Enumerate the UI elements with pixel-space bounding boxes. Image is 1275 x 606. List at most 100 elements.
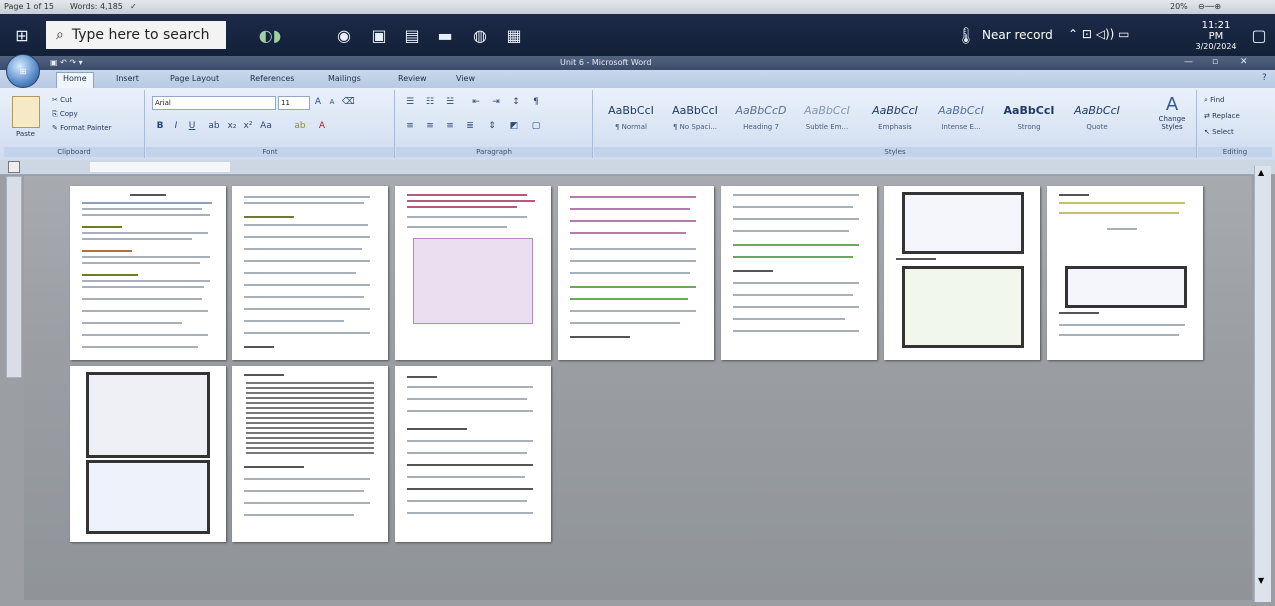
style-quote[interactable]: AaBbCcI Quote: [1066, 96, 1128, 140]
tab-review[interactable]: Review: [392, 73, 433, 84]
justify-icon[interactable]: ≣: [464, 120, 476, 132]
tab-home[interactable]: Home: [56, 72, 94, 89]
grow-font-icon[interactable]: A: [312, 96, 324, 108]
tab-insert[interactable]: Insert: [110, 73, 145, 84]
vertical-scrollbar[interactable]: ▲ ▼: [1254, 166, 1271, 602]
page-thumbnail[interactable]: [395, 366, 551, 542]
borders-icon[interactable]: ▢: [530, 120, 542, 132]
format-painter-button[interactable]: ✎ Format Painter: [52, 124, 112, 132]
style-intense-emphasis[interactable]: AaBbCcI Intense E...: [930, 96, 992, 140]
edge-icon[interactable]: ◉: [330, 21, 358, 49]
page-thumbnail[interactable]: [884, 186, 1040, 360]
cut-button[interactable]: ✂ Cut: [52, 96, 72, 104]
change-case-icon[interactable]: Aa: [260, 120, 272, 132]
font-size-field[interactable]: 11: [278, 96, 310, 110]
maximize-button[interactable]: ▫: [1212, 57, 1218, 67]
style-strong[interactable]: AaBbCcI Strong: [998, 96, 1060, 140]
shrink-font-icon[interactable]: A: [326, 96, 338, 108]
sort-icon[interactable]: ↕: [510, 96, 522, 108]
tab-page-layout[interactable]: Page Layout: [164, 73, 225, 84]
change-styles-button[interactable]: A Change Styles: [1152, 94, 1192, 131]
select-button[interactable]: ↖ Select: [1204, 128, 1234, 136]
align-right-icon[interactable]: ≡: [444, 120, 456, 132]
page-count[interactable]: Page 1 of 15: [4, 2, 54, 11]
zoom-slider[interactable]: ⊖──⊕: [1198, 2, 1221, 11]
paste-icon[interactable]: [12, 96, 40, 128]
taskbar-search-box[interactable]: ⌕ Type here to search: [46, 21, 226, 49]
page-thumbnail[interactable]: [1047, 186, 1203, 360]
clock-date: 3/20/2024: [1195, 42, 1237, 51]
underline-icon[interactable]: U: [186, 120, 198, 132]
search-highlight-icon[interactable]: ◐◗: [246, 21, 294, 49]
paste-button[interactable]: Paste: [16, 130, 35, 138]
tab-view[interactable]: View: [450, 73, 481, 84]
increase-indent-icon[interactable]: ⇥: [490, 96, 502, 108]
font-color-icon[interactable]: A: [316, 120, 328, 132]
windows-start-icon[interactable]: ⊞: [8, 21, 36, 49]
ruler-toggle-icon[interactable]: [8, 161, 20, 173]
page-thumbnail[interactable]: [232, 186, 388, 360]
weather-icon[interactable]: 🌡: [952, 21, 980, 49]
office-button[interactable]: ⊞: [6, 54, 40, 88]
scroll-up-icon[interactable]: ▲: [1258, 168, 1264, 177]
weather-text[interactable]: Near record: [982, 28, 1053, 42]
page-thumbnail[interactable]: [721, 186, 877, 360]
chrome-icon[interactable]: ◍: [466, 21, 494, 49]
copy-button[interactable]: ⎘ Copy: [52, 110, 78, 119]
subscript-icon[interactable]: x₂: [226, 120, 238, 132]
style-sample: AaBbCcI: [672, 104, 718, 117]
line-spacing-icon[interactable]: ⇕: [486, 120, 498, 132]
strikethrough-icon[interactable]: ab: [208, 120, 220, 132]
file-explorer-icon[interactable]: ▬: [431, 21, 459, 49]
notifications-icon[interactable]: ▢: [1245, 21, 1273, 49]
font-name-field[interactable]: Arial: [152, 96, 276, 110]
multilevel-list-icon[interactable]: ☱: [444, 96, 456, 108]
zoom-level[interactable]: 20%: [1170, 2, 1188, 11]
style-heading-7[interactable]: AaBbCcD Heading 7: [730, 96, 792, 140]
style-emphasis[interactable]: AaBbCcI Emphasis: [864, 96, 926, 140]
paragraph-group: ☰ ☷ ☱ ⇤ ⇥ ↕ ¶ ≡ ≡ ≡ ≣ ⇕ ◩ ▢ Paragraph: [396, 90, 593, 158]
decrease-indent-icon[interactable]: ⇤: [470, 96, 482, 108]
style-normal[interactable]: AaBbCcI ¶ Normal: [600, 96, 662, 140]
bold-icon[interactable]: B: [154, 120, 166, 132]
find-label: Find: [1210, 96, 1225, 104]
numbering-icon[interactable]: ☷: [424, 96, 436, 108]
store-icon[interactable]: ▤: [398, 21, 426, 49]
highlight-icon[interactable]: ab: [294, 120, 306, 132]
format-painter-label: Format Painter: [60, 124, 112, 132]
page-thumbnail[interactable]: [70, 366, 226, 542]
vertical-ruler[interactable]: [6, 176, 22, 378]
replace-button[interactable]: ⇄ Replace: [1204, 112, 1240, 120]
clear-formatting-icon[interactable]: ⌫: [342, 96, 355, 108]
style-no-spacing[interactable]: AaBbCcI ¶ No Spaci...: [664, 96, 726, 140]
mail-icon[interactable]: ▣: [365, 21, 393, 49]
style-subtle-emphasis[interactable]: AaBbCcI Subtle Em...: [796, 96, 858, 140]
tab-references[interactable]: References: [244, 73, 300, 84]
proofing-icon[interactable]: ✓: [130, 2, 137, 11]
quick-access-toolbar[interactable]: ▣ ↶ ↷ ▾: [50, 58, 83, 67]
align-left-icon[interactable]: ≡: [404, 120, 416, 132]
help-icon[interactable]: ?: [1262, 73, 1267, 83]
style-name: Emphasis: [878, 123, 912, 131]
align-center-icon[interactable]: ≡: [424, 120, 436, 132]
page-thumbnail[interactable]: [558, 186, 714, 360]
superscript-icon[interactable]: x²: [242, 120, 254, 132]
clock[interactable]: 11:21 PM 3/20/2024: [1194, 20, 1238, 51]
page-thumbnail[interactable]: [232, 366, 388, 542]
tray-icons[interactable]: ⌃ ⊡ ◁)) ▭: [1068, 27, 1129, 41]
horizontal-ruler[interactable]: [0, 160, 1275, 175]
find-button[interactable]: ⌕ Find: [1204, 96, 1225, 105]
show-formatting-icon[interactable]: ¶: [530, 96, 542, 108]
minimize-button[interactable]: —: [1184, 57, 1193, 67]
bullets-icon[interactable]: ☰: [404, 96, 416, 108]
italic-icon[interactable]: I: [170, 120, 182, 132]
shading-icon[interactable]: ◩: [508, 120, 520, 132]
word-count[interactable]: Words: 4,185: [70, 2, 123, 11]
close-button[interactable]: ✕: [1240, 57, 1248, 67]
word-app-icon[interactable]: ▦: [500, 21, 528, 49]
page-thumbnail[interactable]: [395, 186, 551, 360]
document-area[interactable]: [24, 176, 1252, 600]
page-thumbnail[interactable]: [70, 186, 226, 360]
scroll-down-icon[interactable]: ▼: [1258, 576, 1264, 585]
tab-mailings[interactable]: Mailings: [322, 73, 367, 84]
